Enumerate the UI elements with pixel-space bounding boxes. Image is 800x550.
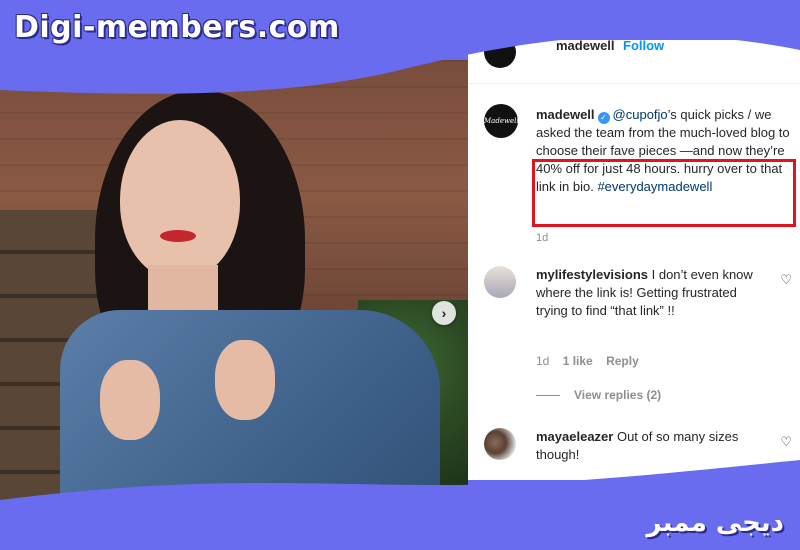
view-replies-button[interactable]: View replies (2) bbox=[536, 388, 661, 402]
view-replies-label: View replies (2) bbox=[574, 388, 662, 402]
hashtag-link[interactable]: #everydaymadewell bbox=[597, 179, 712, 194]
photo-face bbox=[120, 120, 240, 280]
avatar[interactable] bbox=[484, 266, 516, 298]
comment-text: mylifestylevisions I don’t even know whe… bbox=[536, 266, 762, 320]
post-timestamp: 1d bbox=[536, 232, 549, 244]
comment-meta: 1d 1 like Reply bbox=[536, 354, 649, 368]
comment-username[interactable]: mylifestylevisions bbox=[536, 267, 648, 282]
photo-lips bbox=[160, 230, 196, 242]
chevron-right-icon[interactable]: › bbox=[432, 301, 456, 325]
brand-watermark-top: Digi-members.com bbox=[14, 10, 340, 45]
heart-icon[interactable]: ♡ bbox=[780, 272, 792, 288]
screenshot-frame: › madewell Follow Madewell madewell ✓ @cup… bbox=[0, 0, 800, 550]
heart-icon[interactable]: ♡ bbox=[780, 434, 792, 450]
reply-button[interactable]: Reply bbox=[606, 354, 639, 368]
caption-text: madewell ✓ @cupofjo’s quick picks / we ask… bbox=[536, 106, 794, 196]
verified-badge-icon: ✓ bbox=[597, 112, 610, 124]
avatar-logo-text: Madewell bbox=[484, 117, 519, 125]
comment-timestamp: 1d bbox=[536, 354, 550, 368]
post-photo bbox=[0, 60, 468, 520]
photo-hand-right bbox=[215, 340, 275, 420]
comment-username[interactable]: mayaeleazer bbox=[536, 429, 613, 444]
brand-watermark-bottom: دیجی ممبر bbox=[646, 508, 784, 538]
divider bbox=[536, 395, 560, 397]
comment-likes[interactable]: 1 like bbox=[563, 354, 593, 368]
photo-hand-left bbox=[100, 360, 160, 440]
